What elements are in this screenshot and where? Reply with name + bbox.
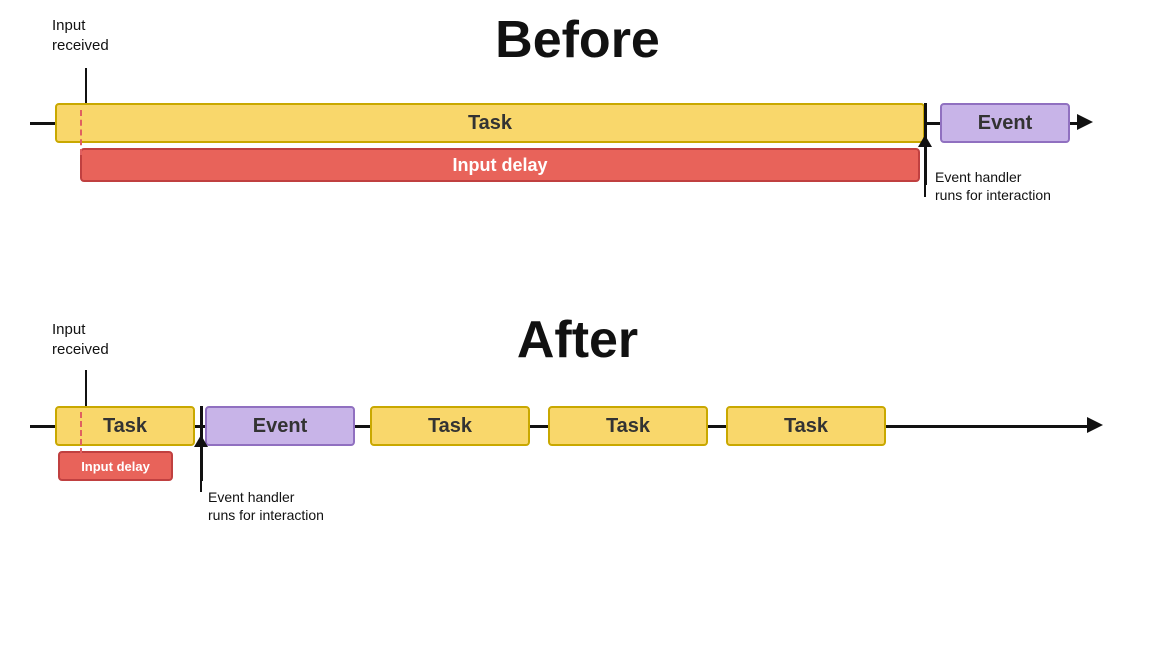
after-title: After — [0, 310, 1155, 370]
diagram-container: Before Input received Task Event Input d… — [0, 0, 1155, 647]
before-title: Before — [0, 10, 1155, 70]
after-task-box-2: Task — [370, 406, 530, 446]
after-event-handler-label: Event handler runs for interaction — [208, 488, 324, 524]
after-input-received-label: Input received — [52, 320, 109, 359]
after-task-box-3: Task — [548, 406, 708, 446]
after-timeline-arrow — [1087, 417, 1103, 433]
before-task-box: Task — [55, 103, 925, 143]
before-event-handler-label: Event handler runs for interaction — [935, 168, 1051, 204]
before-event-arrow-up — [918, 135, 932, 197]
after-input-delay-box: Input delay — [58, 451, 173, 481]
before-dashed-line — [80, 110, 82, 155]
before-event-box: Event — [940, 103, 1070, 143]
before-input-received-label: Input received — [52, 16, 109, 55]
after-task-box-4: Task — [726, 406, 886, 446]
after-event-box: Event — [205, 406, 355, 446]
after-event-arrow-up — [194, 435, 208, 492]
before-timeline-arrow — [1077, 114, 1093, 130]
after-dashed-line — [80, 412, 82, 454]
after-task-box-1: Task — [55, 406, 195, 446]
before-input-delay-box: Input delay — [80, 148, 920, 182]
